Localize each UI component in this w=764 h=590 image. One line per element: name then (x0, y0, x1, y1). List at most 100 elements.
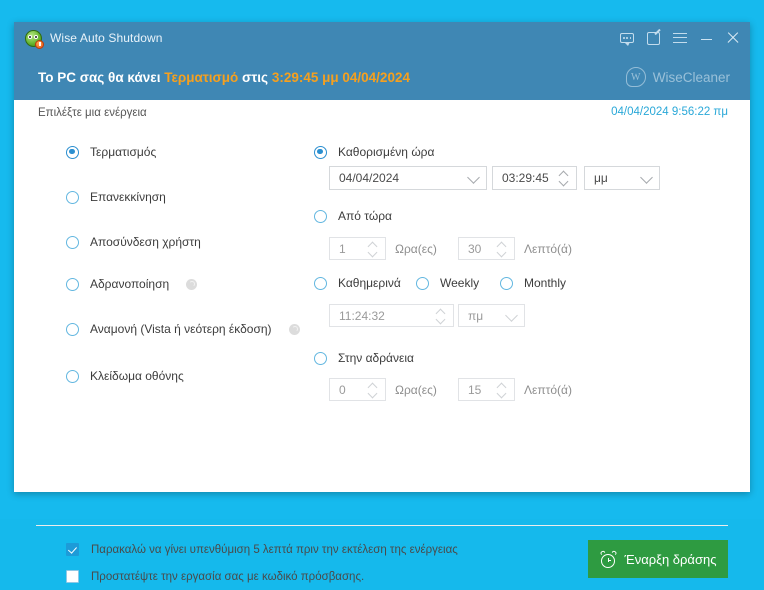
banner-prefix: Το PC σας θα κάνει (38, 69, 165, 85)
radio-icon[interactable] (314, 276, 327, 290)
edit-icon[interactable] (647, 31, 660, 45)
start-action-button[interactable]: Έναρξη δράσης (588, 540, 728, 578)
banner-middle: στις (238, 69, 272, 85)
date-select[interactable]: 04/04/2024 (329, 166, 487, 190)
wise-auto-shutdown-logo-icon (25, 29, 44, 49)
banner-datetime: 3:29:45 μμ 04/04/2024 (271, 69, 410, 85)
minutes-unit-label: Λεπτό(ά) (524, 383, 572, 397)
minutes-value: 30 (468, 241, 482, 256)
schedule-label: Monthly (524, 276, 567, 290)
time-value: 03:29:45 (502, 171, 549, 185)
radio-icon[interactable] (66, 145, 79, 159)
meridiem-value: μμ (594, 171, 608, 185)
recurring-time-value: 11:24:32 (339, 308, 385, 323)
schedule-label: Στην αδράνεια (338, 351, 414, 365)
remind-checkbox-row[interactable]: Παρακαλώ να γίνει υπενθύμιση 5 λεπτά πρι… (66, 543, 458, 556)
banner-action: Τερματισμό (164, 69, 239, 85)
radio-icon[interactable] (66, 190, 79, 204)
action-option-shutdown[interactable]: Τερματισμός (66, 145, 156, 159)
minutes-unit-label: Λεπτό(ά) (524, 242, 572, 256)
radio-icon[interactable] (314, 351, 327, 365)
action-label: Κλείδωμα οθόνης (90, 369, 184, 383)
radio-icon[interactable] (66, 322, 79, 336)
help-icon[interactable] (288, 323, 300, 335)
schedule-option-daily[interactable]: Καθημερινά (314, 276, 401, 290)
meridiem-select[interactable]: μμ (584, 166, 660, 190)
checkbox-icon[interactable] (66, 543, 79, 556)
spinner-arrows-icon[interactable] (497, 242, 506, 256)
hours-unit-label: Ωρα(ες) (395, 383, 437, 397)
schedule-option-specific-time[interactable]: Καθορισμένη ώρα (314, 145, 434, 159)
hours-value: 1 (339, 241, 346, 256)
status-banner: Το PC σας θα κάνει Τερματισμό στις 3:29:… (14, 54, 750, 100)
spinner-arrows-icon[interactable] (497, 383, 506, 397)
spinner-arrows-icon[interactable] (436, 309, 445, 323)
start-action-label: Έναρξη δράσης (624, 551, 717, 567)
spinner-arrows-icon[interactable] (559, 171, 568, 185)
schedule-label: Weekly (440, 276, 480, 290)
schedule-label: Από τώρα (338, 209, 392, 223)
password-label: Προστατέψτε την εργασία σας με κωδικό πρ… (91, 570, 365, 583)
action-option-logoff[interactable]: Αποσύνδεση χρήστη (66, 235, 201, 249)
help-icon[interactable] (186, 278, 198, 290)
action-label: Αποσύνδεση χρήστη (90, 235, 201, 249)
spinner-arrows-icon[interactable] (368, 242, 377, 256)
radio-icon[interactable] (416, 276, 429, 290)
radio-icon[interactable] (500, 276, 513, 290)
spinner-arrows-icon[interactable] (368, 383, 377, 397)
chevron-down-icon[interactable] (640, 171, 653, 184)
radio-icon[interactable] (66, 235, 79, 249)
password-checkbox-row[interactable]: Προστατέψτε την εργασία σας με κωδικό πρ… (66, 570, 364, 583)
feedback-icon[interactable] (620, 33, 634, 46)
action-label: Αναμονή (Vista ή νεότερη έκδοση) (90, 322, 272, 336)
radio-icon[interactable] (314, 145, 327, 159)
wisecleaner-brand: W WiseCleaner (625, 54, 730, 100)
content-area: Επιλέξτε μια ενέργεια 04/04/2024 9:56:22… (14, 100, 750, 583)
action-option-sleep[interactable]: Αναμονή (Vista ή νεότερη έκδοση) (66, 322, 300, 336)
radio-icon[interactable] (314, 209, 327, 223)
schedule-label: Καθορισμένη ώρα (338, 145, 435, 159)
time-spinner[interactable]: 03:29:45 (492, 166, 577, 190)
action-option-restart[interactable]: Επανεκκίνηση (66, 190, 166, 204)
from-now-minutes-stepper[interactable]: 30 (458, 237, 515, 260)
menu-icon[interactable] (673, 32, 687, 44)
chevron-down-icon[interactable] (505, 308, 518, 322)
radio-icon[interactable] (66, 369, 79, 383)
schedule-option-weekly[interactable]: Weekly (416, 276, 479, 290)
window-title: Wise Auto Shutdown (50, 31, 163, 45)
current-datetime: 04/04/2024 9:56:22 πμ (611, 106, 728, 118)
checkbox-icon[interactable] (66, 570, 79, 583)
alarm-clock-icon (599, 549, 617, 568)
close-icon[interactable] (726, 31, 740, 45)
action-option-lock-screen[interactable]: Κλείδωμα οθόνης (66, 369, 184, 383)
action-label: Αδρανοποίηση (90, 277, 170, 291)
minutes-value: 15 (468, 382, 482, 397)
minimize-icon[interactable] (700, 32, 713, 45)
action-label: Τερματισμός (90, 145, 157, 159)
idle-minutes-stepper[interactable]: 15 (458, 378, 515, 401)
title-bar-controls (620, 22, 740, 54)
desktop-background: Wise Auto Shutdown Το PC σας θα κάνει Τε… (0, 0, 764, 583)
recurring-time-spinner[interactable]: 11:24:32 (329, 304, 454, 327)
choose-action-label: Επιλέξτε μια ενέργεια (38, 107, 147, 119)
wisecleaner-brand-name: WiseCleaner (652, 69, 730, 85)
schedule-label: Καθημερινά (338, 276, 401, 290)
radio-icon[interactable] (66, 277, 79, 291)
title-bar: Wise Auto Shutdown (14, 22, 750, 54)
from-now-hours-stepper[interactable]: 1 (329, 237, 386, 260)
idle-hours-stepper[interactable]: 0 (329, 378, 386, 401)
chevron-down-icon[interactable] (467, 171, 480, 184)
wisecleaner-logo-icon: W (625, 67, 646, 87)
recurring-meridiem-select[interactable]: πμ (458, 304, 525, 327)
schedule-option-on-idle[interactable]: Στην αδράνεια (314, 351, 414, 365)
schedule-option-monthly[interactable]: Monthly (500, 276, 566, 290)
remind-label: Παρακαλώ να γίνει υπενθύμιση 5 λεπτά πρι… (91, 543, 458, 556)
options-panel: Τερματισμός Επανεκκίνηση Αποσύνδεση χρήσ… (14, 130, 750, 438)
action-option-hibernate[interactable]: Αδρανοποίηση (66, 277, 198, 291)
wise-auto-shutdown-window: Wise Auto Shutdown Το PC σας θα κάνει Τε… (14, 22, 750, 583)
schedule-option-from-now[interactable]: Από τώρα (314, 209, 392, 223)
hours-value: 0 (339, 382, 346, 397)
sub-header: Επιλέξτε μια ενέργεια 04/04/2024 9:56:22… (14, 100, 750, 130)
banner-message: Το PC σας θα κάνει Τερματισμό στις 3:29:… (38, 70, 410, 85)
hours-unit-label: Ωρα(ες) (395, 242, 437, 256)
